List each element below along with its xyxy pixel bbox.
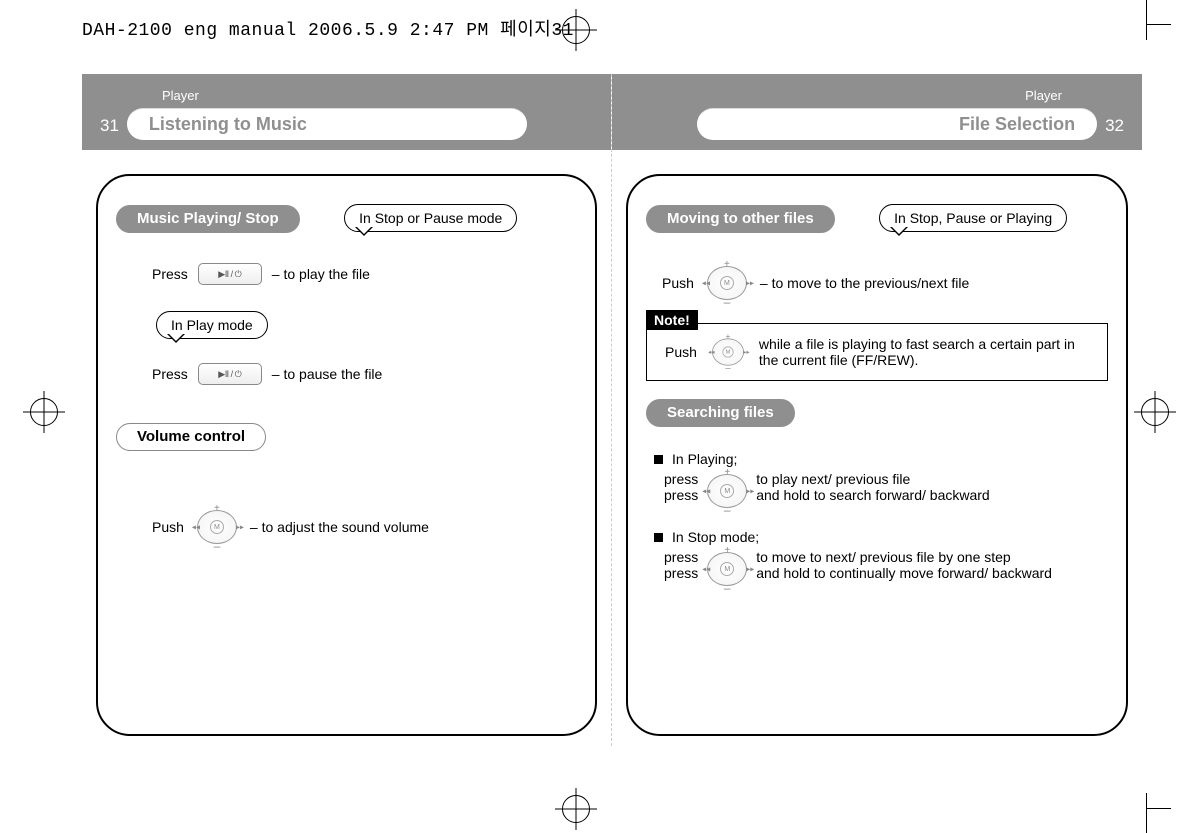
nav-pad-icon: M◂◂▸▸: [194, 507, 240, 547]
page-title: Listening to Music: [127, 108, 527, 140]
registration-mark-icon: [1141, 398, 1169, 426]
square-bullet-icon: [654, 455, 663, 464]
page-right: Player File Selection 32 Moving to other…: [612, 74, 1142, 746]
mode-bubble: In Play mode: [156, 311, 268, 339]
page-number: 32: [1097, 116, 1132, 150]
play-pause-button-icon: [198, 363, 262, 385]
press-label: press: [664, 549, 698, 565]
page-number: 31: [92, 116, 127, 150]
push-label: Push: [665, 344, 697, 360]
instruction-text: and hold to continually move forward/ ba…: [756, 565, 1052, 581]
section-chip: Volume control: [116, 423, 266, 451]
instruction-text: to play next/ previous file: [756, 471, 989, 487]
note-label: Note!: [646, 310, 698, 330]
instruction-suffix: – to play the file: [272, 266, 370, 282]
nav-pad-icon: M◂◂▸▸: [710, 336, 747, 368]
nav-pad-icon: M◂◂▸▸: [704, 263, 750, 303]
section-chip: Music Playing/ Stop: [116, 205, 300, 233]
registration-mark-icon: [562, 16, 590, 44]
instruction-suffix: – to pause the file: [272, 366, 383, 382]
instruction-line: Push M◂◂▸▸ – to move to the previous/nex…: [662, 263, 1108, 303]
registration-mark-icon: [30, 398, 58, 426]
instruction-line: press press M◂◂▸▸ to move to next/ previ…: [664, 549, 1108, 589]
sub-heading: In Playing;: [654, 451, 1108, 467]
crop-mark-icon: [1107, 0, 1147, 40]
instruction-text: and hold to search forward/ backward: [756, 487, 989, 503]
sub-heading: In Stop mode;: [654, 529, 1108, 545]
nav-pad-icon: M◂◂▸▸: [704, 471, 750, 511]
note-box: Note! Push M◂◂▸▸ while a file is playing…: [646, 323, 1108, 381]
press-label: press: [664, 565, 698, 581]
instruction-suffix: – to adjust the sound volume: [250, 519, 429, 535]
press-label: Press: [152, 366, 188, 382]
instruction-line: Push M◂◂▸▸ – to adjust the sound volume: [152, 507, 577, 547]
page-header: Player 31 Listening to Music: [82, 74, 611, 150]
nav-pad-icon: M◂◂▸▸: [704, 549, 750, 589]
press-label: Press: [152, 266, 188, 282]
registration-mark-icon: [562, 795, 590, 823]
mode-bubble: In Stop, Pause or Playing: [879, 204, 1067, 232]
press-label: press: [664, 471, 698, 487]
print-meta: DAH-2100 eng manual 2006.5.9 2:47 PM 페이지…: [82, 15, 574, 41]
play-pause-button-icon: [198, 263, 262, 285]
page-spread: Player 31 Listening to Music Music Playi…: [82, 74, 1142, 746]
page-header: Player File Selection 32: [612, 74, 1142, 150]
instruction-suffix: – to move to the previous/next file: [760, 275, 969, 291]
section-chip: Moving to other files: [646, 205, 835, 233]
instruction-line: Press – to play the file: [152, 263, 577, 285]
page-title: File Selection: [697, 108, 1097, 140]
crop-mark-icon: [1107, 793, 1147, 833]
page-left: Player 31 Listening to Music Music Playi…: [82, 74, 612, 746]
instruction-line: Press – to pause the file: [152, 363, 577, 385]
instruction-line: press press M◂◂▸▸ to play next/ previous…: [664, 471, 1108, 511]
content-card: Music Playing/ Stop In Stop or Pause mod…: [96, 174, 597, 736]
content-card: Moving to other files In Stop, Pause or …: [626, 174, 1128, 736]
press-label: press: [664, 487, 698, 503]
section-label: Player: [1025, 88, 1062, 103]
section-label: Player: [162, 88, 199, 103]
push-label: Push: [662, 275, 694, 291]
instruction-text: to move to next/ previous file by one st…: [756, 549, 1052, 565]
push-label: Push: [152, 519, 184, 535]
mode-bubble: In Stop or Pause mode: [344, 204, 517, 232]
note-text: while a file is playing to fast search a…: [759, 336, 1095, 368]
square-bullet-icon: [654, 533, 663, 542]
section-chip: Searching files: [646, 399, 795, 427]
